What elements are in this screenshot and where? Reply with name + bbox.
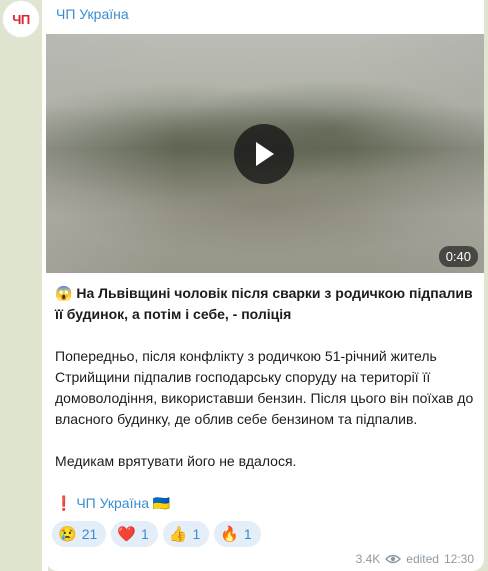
thumbs-up-icon: 👍 — [168, 525, 188, 543]
reactions-bar: 😢 21 ❤️ 1 👍 1 🔥 1 — [52, 521, 261, 547]
source-signature: ❗ ЧП Україна 🇺🇦 — [55, 493, 475, 514]
fire-icon: 🔥 — [220, 525, 239, 543]
reaction-count: 1 — [192, 526, 201, 542]
post-text: 😱 На Львівщині чоловік після сварки з ро… — [55, 283, 475, 514]
reaction-fire[interactable]: 🔥 1 — [214, 521, 261, 547]
reaction-count: 1 — [140, 526, 149, 542]
reaction-heart[interactable]: ❤️ 1 — [111, 521, 158, 547]
channel-avatar[interactable]: ЧП — [2, 0, 40, 38]
reaction-crying[interactable]: 😢 21 — [52, 521, 107, 547]
edited-label: edited — [406, 552, 439, 566]
video-duration: 0:40 — [438, 246, 478, 267]
eye-icon — [385, 554, 402, 564]
video-preview[interactable]: 0:40 — [46, 34, 484, 273]
ukraine-flag-icon: 🇺🇦 — [152, 495, 171, 511]
avatar-text: ЧП — [12, 11, 30, 27]
exclamation-icon: ❗ — [55, 495, 73, 511]
headline-text: На Львівщині чоловік після сварки з роди… — [55, 285, 473, 322]
source-link[interactable]: ЧП Україна — [76, 495, 149, 511]
channel-name[interactable]: ЧП Україна — [56, 6, 129, 22]
message-meta: 3.4K edited 12:30 — [356, 552, 474, 566]
post-paragraph: Попередньо, після конфлікту з родичкою 5… — [55, 348, 474, 427]
scream-emoji: 😱 — [55, 285, 73, 301]
message-time: 12:30 — [443, 552, 474, 566]
crying-face-icon: 😢 — [58, 525, 77, 543]
reaction-thumbs-up[interactable]: 👍 1 — [162, 521, 210, 547]
play-button[interactable] — [234, 124, 294, 184]
play-icon — [256, 142, 274, 166]
reaction-count: 1 — [243, 526, 252, 542]
view-count: 3.4K — [355, 552, 381, 566]
heart-icon: ❤️ — [117, 525, 136, 543]
post-paragraph: Медикам врятувати його не вдалося. — [55, 453, 297, 469]
post-headline: 😱 На Львівщині чоловік після сварки з ро… — [55, 283, 475, 325]
message-bubble: ЧП Україна 0:40 😱 На Львівщині чоловік п… — [42, 0, 484, 571]
reaction-count: 21 — [81, 526, 98, 542]
